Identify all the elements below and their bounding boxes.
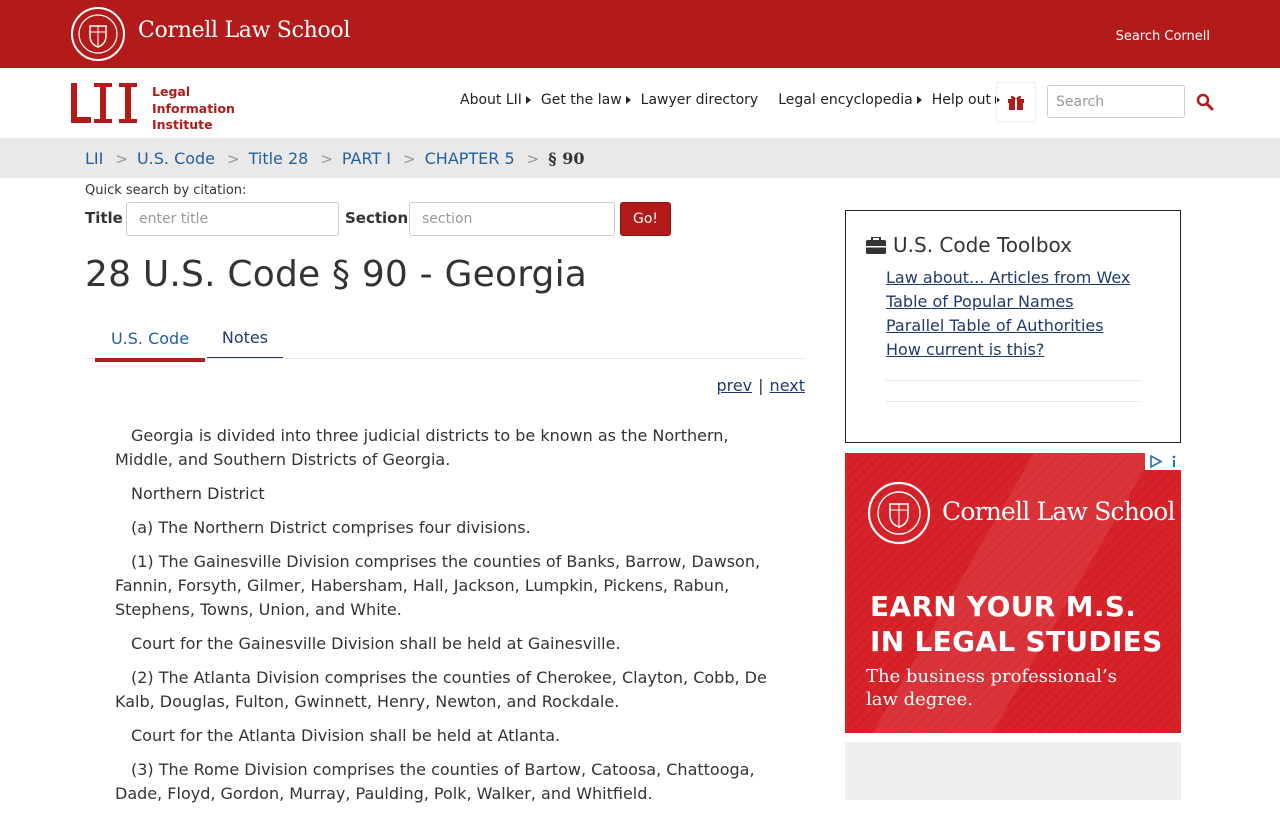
search-cornell-link[interactable]: Search Cornell: [1116, 29, 1210, 44]
quick-search-label: Quick search by citation:: [85, 183, 247, 198]
search-icon[interactable]: [1196, 93, 1214, 111]
nav-legal-encyclopedia-label: Legal encyclopedia: [778, 92, 913, 108]
nav-menu: About LII Get the law Lawyer directory L…: [460, 92, 1010, 108]
statute-text: Georgia is divided into three judicial d…: [115, 424, 785, 816]
ad-subheadline-line2: law degree.: [866, 689, 973, 710]
lii-text: Legal Information Institute: [152, 84, 235, 134]
nav-about-lii[interactable]: About LII: [460, 92, 531, 108]
breadcrumb-list: LII > U.S. Code > Title 28 > PART I > CH…: [85, 149, 584, 168]
nav-help-out-label: Help out: [931, 92, 991, 108]
prev-link[interactable]: prev: [716, 376, 752, 395]
nav-get-the-law-label: Get the law: [540, 92, 622, 108]
ad-info-icon: [1172, 455, 1176, 467]
statute-paragraph: (1) The Gainesville Division comprises t…: [115, 552, 761, 619]
cornell-seal-icon: [867, 481, 931, 545]
donate-button[interactable]: [996, 82, 1036, 122]
title-input[interactable]: [126, 202, 339, 236]
page-title: 28 U.S. Code § 90 - Georgia: [85, 254, 588, 295]
statute-paragraph: (a) The Northern District comprises four…: [131, 518, 531, 537]
nav-help-out[interactable]: Help out: [932, 92, 1000, 108]
main-navigation: Legal Information Institute About LII Ge…: [0, 68, 1280, 138]
lii-line-information: Information: [152, 100, 235, 116]
toolbox-links: Law about... Articles from Wex Table of …: [886, 266, 1130, 362]
go-button[interactable]: Go!: [620, 202, 671, 236]
breadcrumb-separator: >: [115, 149, 128, 168]
statute-paragraph: Northern District: [131, 484, 265, 503]
secondary-ad-placeholder: [845, 742, 1181, 800]
toolbox-link-parallel-table[interactable]: Parallel Table of Authorities: [886, 314, 1130, 338]
breadcrumb-title-28[interactable]: Title 28: [249, 149, 309, 168]
toolbox-link-popular-names[interactable]: Table of Popular Names: [886, 290, 1130, 314]
tab-notes[interactable]: Notes: [207, 318, 283, 358]
toolbox-link-how-current[interactable]: How current is this?: [886, 338, 1130, 362]
lii-logo[interactable]: Legal Information Institute: [70, 76, 235, 132]
section-input[interactable]: [409, 202, 615, 236]
statute-paragraph: Court for the Atlanta Division shall be …: [131, 726, 561, 745]
toolbox-title: U.S. Code Toolbox: [893, 233, 1072, 257]
breadcrumb-separator: >: [227, 149, 240, 168]
briefcase-icon: [866, 236, 886, 254]
toolbox-heading: U.S. Code Toolbox: [866, 233, 1072, 257]
top-banner: Cornell Law School Search Cornell: [0, 0, 1280, 68]
ad-headline: EARN YOUR M.S. IN LEGAL STUDIES: [870, 589, 1163, 659]
caret-right-icon: [916, 96, 922, 104]
nav-lawyer-directory-label: Lawyer directory: [640, 92, 759, 108]
statute-paragraph: (3) The Rome Division comprises the coun…: [115, 760, 755, 803]
breadcrumb-separator: >: [403, 149, 416, 168]
title-label: Title: [85, 209, 123, 227]
breadcrumb-separator: >: [526, 149, 540, 168]
caret-right-icon: [625, 96, 631, 104]
breadcrumb-separator: >: [320, 149, 333, 168]
ad-brand: Cornell Law School: [942, 497, 1176, 526]
site-search-input[interactable]: [1047, 85, 1185, 118]
caret-right-icon: [525, 96, 531, 104]
lii-line-legal: Legal: [152, 84, 191, 99]
nav-get-the-law[interactable]: Get the law: [541, 92, 631, 108]
breadcrumb-current: § 90: [548, 149, 585, 168]
gift-icon: [1008, 95, 1024, 110]
ad-choices-icon: [1150, 455, 1163, 468]
breadcrumb-chapter-5[interactable]: CHAPTER 5: [425, 149, 515, 168]
prev-next-nav: prev | next: [716, 376, 805, 395]
advertisement[interactable]: Cornell Law School EARN YOUR M.S. IN LEG…: [845, 453, 1181, 733]
ad-subheadline-line1: The business professional’s: [866, 666, 1117, 687]
breadcrumb-part-i[interactable]: PART I: [342, 149, 391, 168]
breadcrumb-us-code[interactable]: U.S. Code: [137, 149, 215, 168]
ad-headline-line2: IN LEGAL STUDIES: [870, 625, 1163, 658]
statute-paragraph: (2) The Atlanta Division comprises the c…: [115, 668, 767, 711]
statute-paragraph: Georgia is divided into three judicial d…: [115, 426, 729, 469]
nav-lawyer-directory[interactable]: Lawyer directory: [641, 92, 759, 108]
cornell-seal-icon[interactable]: [70, 6, 126, 62]
prev-next-separator: |: [758, 376, 764, 395]
toolbox-divider: [886, 401, 1140, 402]
ad-choices-badge[interactable]: [1145, 453, 1181, 470]
cornell-law-school-brand[interactable]: Cornell Law School: [138, 18, 350, 43]
next-link[interactable]: next: [770, 376, 805, 395]
ad-subheadline: The business professional’s law degree.: [866, 665, 1117, 711]
lii-mark-icon: [71, 83, 137, 123]
breadcrumb-lii[interactable]: LII: [85, 149, 103, 168]
us-code-toolbox: U.S. Code Toolbox Law about... Articles …: [845, 210, 1181, 443]
toolbox-divider: [886, 380, 1140, 381]
nav-legal-encyclopedia[interactable]: Legal encyclopedia: [778, 92, 922, 108]
statute-paragraph: Court for the Gainesville Division shall…: [131, 634, 621, 653]
nav-about-lii-label: About LII: [460, 92, 522, 108]
toolbox-link-wex[interactable]: Law about... Articles from Wex: [886, 266, 1130, 290]
tab-us-code[interactable]: U.S. Code: [95, 318, 205, 362]
ad-headline-line1: EARN YOUR M.S.: [870, 590, 1137, 623]
content-tabs: U.S. Code Notes: [85, 318, 805, 362]
breadcrumb: LII > U.S. Code > Title 28 > PART I > CH…: [0, 138, 1280, 178]
lii-line-institute: Institute: [152, 117, 213, 132]
section-label: Section: [345, 209, 409, 227]
